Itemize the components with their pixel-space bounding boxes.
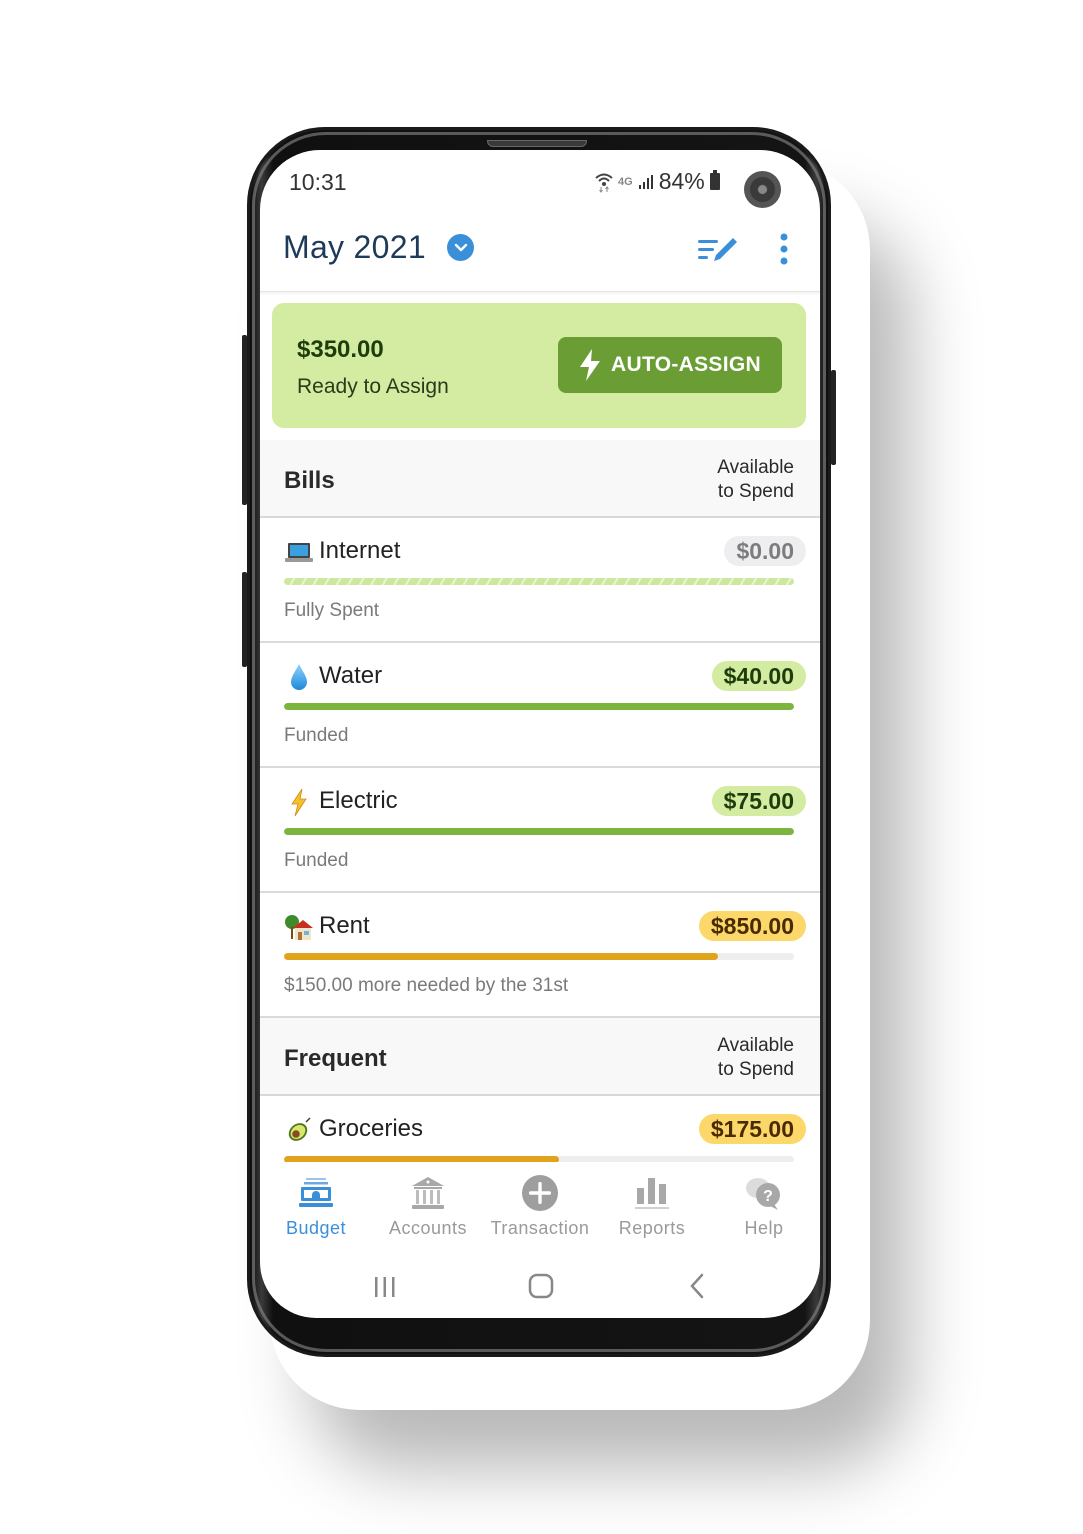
group-name: Bills [284,467,335,494]
plus-circle-icon [522,1175,558,1211]
category-row-internet[interactable]: Internet $0.00 Fully Spent [260,518,820,643]
bank-icon [412,1177,444,1209]
category-status: Funded [284,725,349,746]
category-row-rent[interactable]: Rent $850.00 $150.00 more needed by the … [260,893,820,1018]
app-header: May 2021 [260,212,820,292]
progress-bar [284,703,794,710]
back-icon[interactable] [678,1272,718,1302]
group-header-frequent[interactable]: Frequent Available to Spend [260,1018,820,1096]
available-pill[interactable]: $40.00 [711,661,806,691]
ready-to-assign-card: $350.00 Ready to Assign AUTO-ASSIGN [272,303,806,428]
nav-label: Transaction [490,1218,590,1238]
category-row-groceries[interactable]: Groceries $175.00 [260,1096,820,1162]
nav-label: Help [744,1218,784,1238]
lightning-icon [580,349,601,381]
battery-icon [709,170,720,190]
progress-bar [284,953,794,960]
laptop-icon [285,543,313,562]
side-button-bixby [242,572,247,667]
phone-screen: 10:31 4G 84% May 2021 $350.00 Ready to A… [260,150,820,1318]
progress-fill [284,703,794,710]
available-pill[interactable]: $0.00 [724,536,806,566]
category-name: Electric [319,787,398,814]
column-label-line-2: to Spend [717,481,794,502]
chevron-down-icon[interactable] [447,234,474,261]
budget-list[interactable]: Bills Available to Spend Internet $0.00 … [260,440,820,1162]
progress-fill [284,578,794,585]
wifi-icon [595,173,613,193]
available-pill[interactable]: $75.00 [711,786,806,816]
nav-transaction[interactable]: Transaction [484,1168,596,1254]
nav-help[interactable]: ? Help [708,1168,820,1254]
recent-apps-icon[interactable] [365,1272,405,1302]
category-status: $150.00 more needed by the 31st [284,975,569,996]
category-name: Rent [319,912,370,939]
column-label-line-1: Available [717,1035,794,1056]
side-button-power [831,370,836,465]
budget-icon [299,1178,333,1207]
help-chat-icon: ? [746,1178,780,1210]
nav-reports[interactable]: Reports [596,1168,708,1254]
column-label: Available to Spend [684,456,794,504]
progress-fill [284,953,718,960]
home-icon[interactable] [521,1272,561,1302]
category-status: Funded [284,850,349,871]
category-name: Water [319,662,383,689]
speaker-grill [487,140,587,147]
category-name: Groceries [319,1115,424,1142]
house-icon [285,915,313,940]
side-button-volume [242,335,247,505]
status-icons: 4G 84% [595,168,720,195]
nav-accounts[interactable]: Accounts [372,1168,484,1254]
group-header-bills[interactable]: Bills Available to Spend [260,440,820,518]
ready-to-assign-label: Ready to Assign [297,375,449,398]
category-name: Internet [319,537,401,564]
auto-assign-button[interactable]: AUTO-ASSIGN [558,337,782,393]
available-pill[interactable]: $850.00 [698,911,806,941]
front-camera [744,171,781,208]
ready-to-assign-amount: $350.00 [297,336,384,363]
signal-icon [638,174,653,189]
nav-label: Accounts [388,1218,468,1238]
edit-list-icon[interactable] [698,234,740,264]
svg-text:?: ? [763,1188,773,1205]
category-row-water[interactable]: Water $40.00 Funded [260,643,820,768]
auto-assign-label: AUTO-ASSIGN [611,353,761,376]
status-time: 10:31 [289,169,347,195]
progress-fill [284,828,794,835]
lightning-icon [291,788,307,817]
nav-label: Reports [618,1218,686,1238]
month-title[interactable]: May 2021 [283,229,426,266]
column-label: Available to Spend [684,1034,794,1082]
column-label-line-1: Available [717,457,794,478]
nav-budget[interactable]: Budget [260,1168,372,1254]
bar-chart-icon [635,1178,669,1209]
system-nav-bar [260,1260,820,1318]
nav-label: Budget [285,1218,347,1238]
network-type: 4G [618,175,633,188]
droplet-icon [291,664,307,690]
bottom-nav: Budget Accounts Transaction Reports ? He… [260,1168,820,1254]
progress-fill [284,1156,560,1162]
progress-bar [284,578,794,585]
category-row-electric[interactable]: Electric $75.00 Funded [260,768,820,893]
category-status: Fully Spent [284,600,380,621]
more-vertical-icon[interactable] [772,232,796,266]
progress-bar [284,1156,794,1162]
avocado-icon [288,1117,311,1141]
column-label-line-2: to Spend [717,1059,794,1080]
progress-bar [284,828,794,835]
available-pill[interactable]: $175.00 [698,1114,806,1144]
group-name: Frequent [284,1045,387,1072]
battery-percent: 84% [658,168,705,194]
status-bar: 10:31 4G 84% [260,150,820,212]
